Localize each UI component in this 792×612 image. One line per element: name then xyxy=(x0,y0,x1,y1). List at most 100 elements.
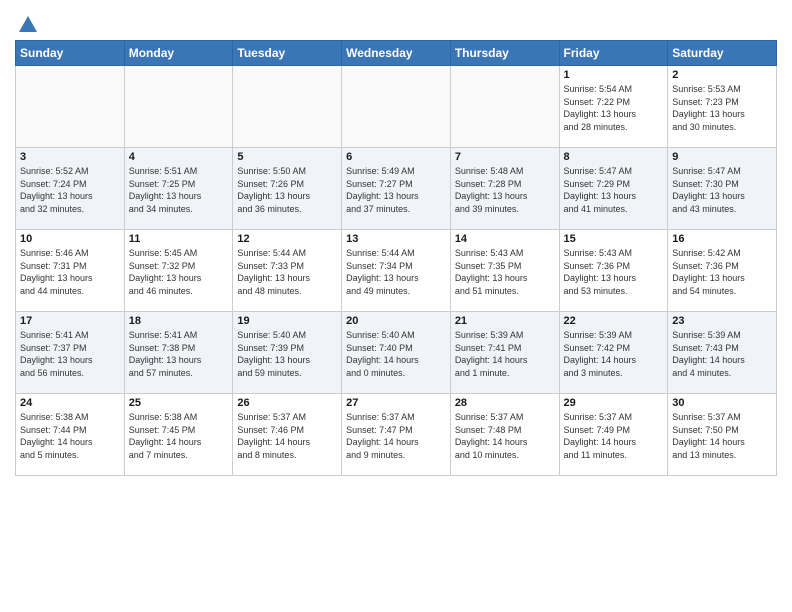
weekday-header-tuesday: Tuesday xyxy=(233,41,342,66)
day-number: 27 xyxy=(346,397,446,409)
day-number: 11 xyxy=(129,233,229,245)
weekday-header-sunday: Sunday xyxy=(16,41,125,66)
day-details: Sunrise: 5:37 AM Sunset: 7:49 PM Dayligh… xyxy=(564,411,664,461)
day-number: 29 xyxy=(564,397,664,409)
day-details: Sunrise: 5:51 AM Sunset: 7:25 PM Dayligh… xyxy=(129,165,229,215)
day-number: 22 xyxy=(564,315,664,327)
calendar-cell: 12 Sunrise: 5:44 AM Sunset: 7:33 PM Dayli… xyxy=(233,230,342,312)
calendar-week-2: 3 Sunrise: 5:52 AM Sunset: 7:24 PM Daylig… xyxy=(16,148,777,230)
day-number: 12 xyxy=(237,233,337,245)
day-details: Sunrise: 5:45 AM Sunset: 7:32 PM Dayligh… xyxy=(129,247,229,297)
calendar-cell: 22 Sunrise: 5:39 AM Sunset: 7:42 PM Dayli… xyxy=(559,312,668,394)
day-number: 28 xyxy=(455,397,555,409)
header xyxy=(15,10,777,36)
day-details: Sunrise: 5:47 AM Sunset: 7:29 PM Dayligh… xyxy=(564,165,664,215)
calendar-cell: 24Sunrise: 5:38 AM Sunset: 7:44 PM Dayli… xyxy=(16,394,125,476)
calendar-cell xyxy=(124,66,233,148)
calendar-cell: 30 Sunrise: 5:37 AM Sunset: 7:50 PM Dayli… xyxy=(668,394,777,476)
calendar-week-5: 24Sunrise: 5:38 AM Sunset: 7:44 PM Dayli… xyxy=(16,394,777,476)
day-number: 13 xyxy=(346,233,446,245)
day-details: Sunrise: 5:38 AM Sunset: 7:44 PM Dayligh… xyxy=(20,411,120,461)
calendar-cell: 8 Sunrise: 5:47 AM Sunset: 7:29 PM Daylig… xyxy=(559,148,668,230)
day-details: Sunrise: 5:37 AM Sunset: 7:46 PM Dayligh… xyxy=(237,411,337,461)
day-number: 26 xyxy=(237,397,337,409)
calendar-cell: 11 Sunrise: 5:45 AM Sunset: 7:32 PM Dayli… xyxy=(124,230,233,312)
day-details: Sunrise: 5:54 AM Sunset: 7:22 PM Dayligh… xyxy=(564,83,664,133)
calendar-body: 1Sunrise: 5:54 AM Sunset: 7:22 PM Daylig… xyxy=(16,66,777,476)
day-details: Sunrise: 5:38 AM Sunset: 7:45 PM Dayligh… xyxy=(129,411,229,461)
calendar-cell: 4 Sunrise: 5:51 AM Sunset: 7:25 PM Daylig… xyxy=(124,148,233,230)
calendar-cell xyxy=(233,66,342,148)
calendar-header: SundayMondayTuesdayWednesdayThursdayFrid… xyxy=(16,41,777,66)
day-number: 19 xyxy=(237,315,337,327)
calendar-cell: 18Sunrise: 5:41 AM Sunset: 7:38 PM Dayli… xyxy=(124,312,233,394)
day-details: Sunrise: 5:42 AM Sunset: 7:36 PM Dayligh… xyxy=(672,247,772,297)
calendar-cell: 14Sunrise: 5:43 AM Sunset: 7:35 PM Dayli… xyxy=(450,230,559,312)
calendar-cell: 19 Sunrise: 5:40 AM Sunset: 7:39 PM Dayli… xyxy=(233,312,342,394)
calendar-cell: 13 Sunrise: 5:44 AM Sunset: 7:34 PM Dayli… xyxy=(342,230,451,312)
day-number: 3 xyxy=(20,151,120,163)
day-number: 25 xyxy=(129,397,229,409)
day-details: Sunrise: 5:50 AM Sunset: 7:26 PM Dayligh… xyxy=(237,165,337,215)
day-number: 20 xyxy=(346,315,446,327)
page-container: SundayMondayTuesdayWednesdayThursdayFrid… xyxy=(0,0,792,481)
weekday-header-saturday: Saturday xyxy=(668,41,777,66)
calendar-cell: 7 Sunrise: 5:48 AM Sunset: 7:28 PM Daylig… xyxy=(450,148,559,230)
calendar-cell: 20 Sunrise: 5:40 AM Sunset: 7:40 PM Dayli… xyxy=(342,312,451,394)
day-details: Sunrise: 5:40 AM Sunset: 7:40 PM Dayligh… xyxy=(346,329,446,379)
calendar-cell: 5 Sunrise: 5:50 AM Sunset: 7:26 PM Daylig… xyxy=(233,148,342,230)
calendar-table: SundayMondayTuesdayWednesdayThursdayFrid… xyxy=(15,40,777,476)
day-number: 4 xyxy=(129,151,229,163)
day-number: 2 xyxy=(672,69,772,81)
day-number: 5 xyxy=(237,151,337,163)
logo-icon xyxy=(17,14,39,36)
day-details: Sunrise: 5:40 AM Sunset: 7:39 PM Dayligh… xyxy=(237,329,337,379)
day-details: Sunrise: 5:46 AM Sunset: 7:31 PM Dayligh… xyxy=(20,247,120,297)
calendar-week-1: 1Sunrise: 5:54 AM Sunset: 7:22 PM Daylig… xyxy=(16,66,777,148)
day-details: Sunrise: 5:44 AM Sunset: 7:34 PM Dayligh… xyxy=(346,247,446,297)
calendar-cell: 10Sunrise: 5:46 AM Sunset: 7:31 PM Dayli… xyxy=(16,230,125,312)
day-number: 21 xyxy=(455,315,555,327)
calendar-cell: 16Sunrise: 5:42 AM Sunset: 7:36 PM Dayli… xyxy=(668,230,777,312)
day-details: Sunrise: 5:49 AM Sunset: 7:27 PM Dayligh… xyxy=(346,165,446,215)
calendar-cell: 2 Sunrise: 5:53 AM Sunset: 7:23 PM Daylig… xyxy=(668,66,777,148)
day-details: Sunrise: 5:52 AM Sunset: 7:24 PM Dayligh… xyxy=(20,165,120,215)
day-number: 7 xyxy=(455,151,555,163)
day-details: Sunrise: 5:41 AM Sunset: 7:37 PM Dayligh… xyxy=(20,329,120,379)
day-details: Sunrise: 5:39 AM Sunset: 7:43 PM Dayligh… xyxy=(672,329,772,379)
day-details: Sunrise: 5:53 AM Sunset: 7:23 PM Dayligh… xyxy=(672,83,772,133)
calendar-cell: 6Sunrise: 5:49 AM Sunset: 7:27 PM Daylig… xyxy=(342,148,451,230)
day-details: Sunrise: 5:39 AM Sunset: 7:41 PM Dayligh… xyxy=(455,329,555,379)
day-details: Sunrise: 5:47 AM Sunset: 7:30 PM Dayligh… xyxy=(672,165,772,215)
calendar-cell xyxy=(342,66,451,148)
day-details: Sunrise: 5:37 AM Sunset: 7:48 PM Dayligh… xyxy=(455,411,555,461)
calendar-cell: 28 Sunrise: 5:37 AM Sunset: 7:48 PM Dayli… xyxy=(450,394,559,476)
day-number: 30 xyxy=(672,397,772,409)
day-details: Sunrise: 5:48 AM Sunset: 7:28 PM Dayligh… xyxy=(455,165,555,215)
day-details: Sunrise: 5:44 AM Sunset: 7:33 PM Dayligh… xyxy=(237,247,337,297)
weekday-header-thursday: Thursday xyxy=(450,41,559,66)
day-number: 8 xyxy=(564,151,664,163)
day-number: 9 xyxy=(672,151,772,163)
calendar-cell: 1Sunrise: 5:54 AM Sunset: 7:22 PM Daylig… xyxy=(559,66,668,148)
calendar-cell: 29 Sunrise: 5:37 AM Sunset: 7:49 PM Dayli… xyxy=(559,394,668,476)
calendar-week-3: 10Sunrise: 5:46 AM Sunset: 7:31 PM Dayli… xyxy=(16,230,777,312)
calendar-cell: 3 Sunrise: 5:52 AM Sunset: 7:24 PM Daylig… xyxy=(16,148,125,230)
day-details: Sunrise: 5:39 AM Sunset: 7:42 PM Dayligh… xyxy=(564,329,664,379)
logo-text xyxy=(15,14,39,36)
weekday-header-friday: Friday xyxy=(559,41,668,66)
day-number: 18 xyxy=(129,315,229,327)
day-number: 23 xyxy=(672,315,772,327)
calendar-cell: 27 Sunrise: 5:37 AM Sunset: 7:47 PM Dayli… xyxy=(342,394,451,476)
day-details: Sunrise: 5:37 AM Sunset: 7:50 PM Dayligh… xyxy=(672,411,772,461)
day-number: 14 xyxy=(455,233,555,245)
calendar-cell: 17Sunrise: 5:41 AM Sunset: 7:37 PM Dayli… xyxy=(16,312,125,394)
day-details: Sunrise: 5:37 AM Sunset: 7:47 PM Dayligh… xyxy=(346,411,446,461)
day-number: 15 xyxy=(564,233,664,245)
weekday-header-monday: Monday xyxy=(124,41,233,66)
calendar-cell: 26 Sunrise: 5:37 AM Sunset: 7:46 PM Dayli… xyxy=(233,394,342,476)
calendar-week-4: 17Sunrise: 5:41 AM Sunset: 7:37 PM Dayli… xyxy=(16,312,777,394)
calendar-cell: 21 Sunrise: 5:39 AM Sunset: 7:41 PM Dayli… xyxy=(450,312,559,394)
calendar-cell: 25 Sunrise: 5:38 AM Sunset: 7:45 PM Dayli… xyxy=(124,394,233,476)
day-details: Sunrise: 5:43 AM Sunset: 7:36 PM Dayligh… xyxy=(564,247,664,297)
